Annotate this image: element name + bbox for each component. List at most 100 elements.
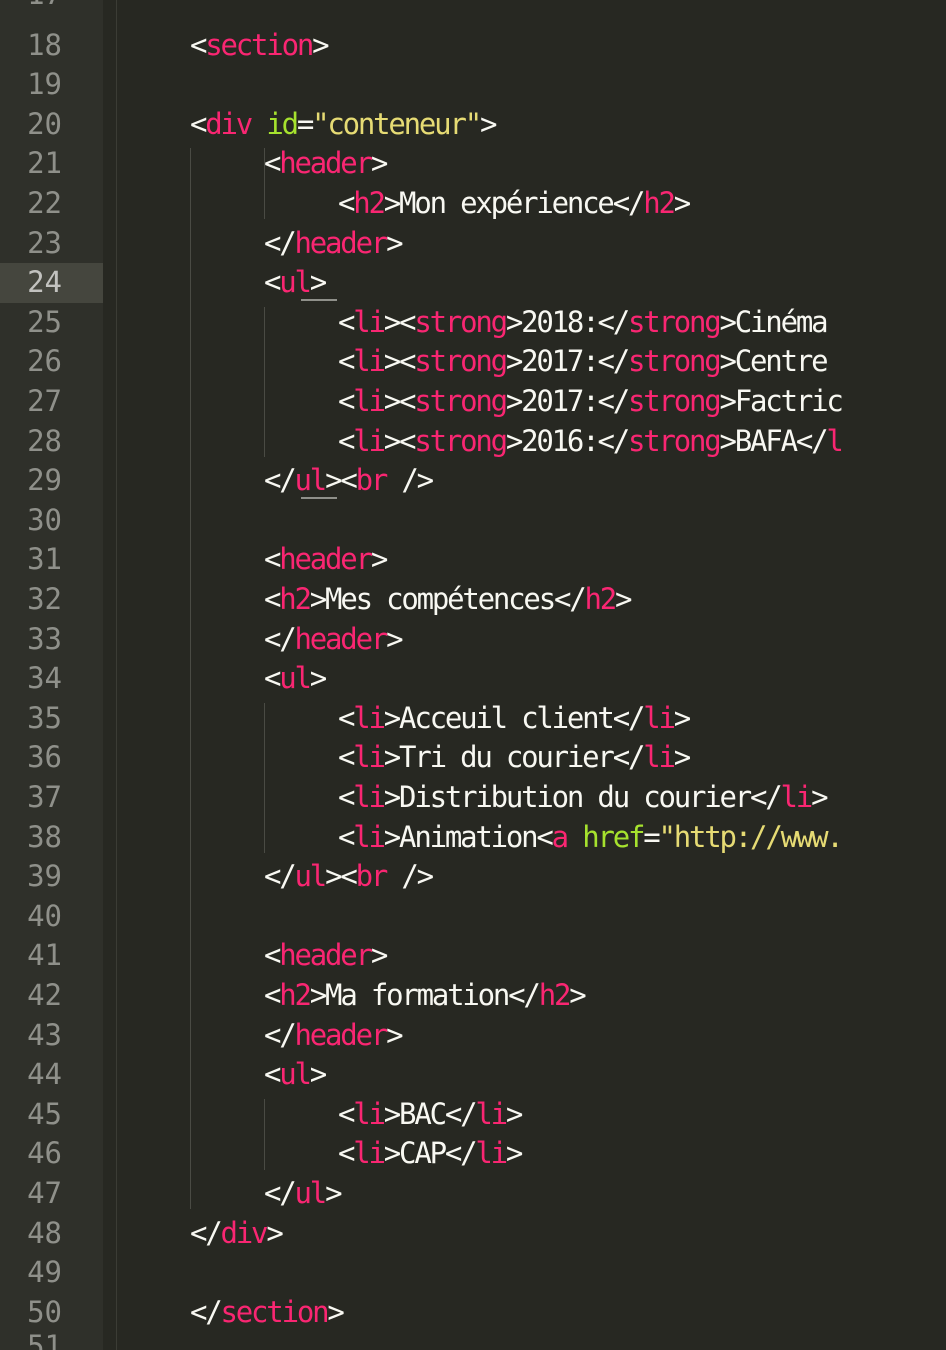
indent-guide — [264, 702, 265, 854]
line-number: 24 — [27, 265, 62, 300]
token-tag: li — [353, 1096, 386, 1131]
code-line-45[interactable]: 45 <li>BAC</li> — [0, 1095, 946, 1135]
code-line-39[interactable]: 39 </ul><br /> — [0, 857, 946, 897]
token-tag: li — [353, 344, 386, 379]
token-punc: > — [615, 581, 633, 616]
code-line-44[interactable]: 44 <ul> — [0, 1055, 946, 1095]
code-area[interactable]: 17 51 18<section>1920<div id="conteneur"… — [0, 0, 946, 1350]
token-punc: < — [338, 700, 356, 735]
code-line-50[interactable]: 50 </section> — [0, 1293, 946, 1333]
code-line-21[interactable]: 21 <header> — [0, 144, 946, 184]
indent-guide — [264, 148, 265, 220]
line-number: 21 — [27, 146, 62, 181]
code-editor[interactable]: 17 51 18<section>1920<div id="conteneur"… — [0, 0, 946, 1350]
code-text[interactable]: <li><strong>2018:</strong>Cinéma — [338, 303, 829, 343]
code-line-47[interactable]: 47 </ul> — [0, 1174, 946, 1214]
code-text[interactable]: <ul> — [264, 659, 327, 699]
line-number: 49 — [27, 1255, 62, 1290]
token-tag: li — [353, 304, 386, 339]
code-line-19[interactable]: 19 — [0, 65, 946, 105]
code-text[interactable]: </div> — [190, 1214, 284, 1254]
code-line-22[interactable]: 22 <h2>Mon expérience</h2> — [0, 184, 946, 224]
code-line-23[interactable]: 23 </header> — [0, 224, 946, 264]
token-tag: h2 — [584, 581, 617, 616]
code-text[interactable]: <header> — [264, 540, 388, 580]
token-punc: >< — [383, 304, 417, 339]
code-text[interactable]: <div id="conteneur"> — [190, 105, 497, 145]
code-line-43[interactable]: 43 </header> — [0, 1016, 946, 1056]
token-tag: li — [353, 1136, 386, 1171]
code-text[interactable]: <li>Tri du courier</li> — [338, 738, 691, 778]
code-line-40[interactable]: 40 — [0, 897, 946, 937]
code-text[interactable]: <li><strong>2017:</strong>Centre — [338, 342, 829, 382]
code-text[interactable]: <header> — [264, 936, 388, 976]
token-punc: >< — [325, 463, 358, 498]
code-text[interactable]: <h2>Mes compétences</h2> — [264, 580, 633, 620]
code-text[interactable]: <li>CAP</li> — [338, 1134, 523, 1174]
code-line-36[interactable]: 36 <li>Tri du courier</li> — [0, 738, 946, 778]
code-line-18[interactable]: 18 <section> — [0, 26, 946, 66]
token-tag: ul — [294, 1175, 328, 1210]
token-punc: >Mes compétences</ — [309, 581, 587, 616]
code-line-34[interactable]: 34 <ul> — [0, 659, 946, 699]
line-number: 17 — [0, 0, 62, 15]
token-attr: id — [266, 106, 299, 141]
code-line-27[interactable]: 27 <li><strong>2017:</strong>Factric — [0, 382, 946, 422]
code-line-28[interactable]: 28 <li><strong>2016:</strong>BAFA</l — [0, 422, 946, 462]
code-text[interactable]: <li><strong>2016:</strong>BAFA</l — [338, 422, 844, 462]
code-line-31[interactable]: 31 <header> — [0, 540, 946, 580]
code-text[interactable]: <section> — [190, 26, 330, 66]
code-line-30[interactable]: 30 — [0, 501, 946, 541]
token-punc: > — [673, 185, 692, 220]
code-line-26[interactable]: 26 <li><strong>2017:</strong>Centre — [0, 342, 946, 382]
token-punc: >< — [383, 423, 417, 458]
code-text[interactable]: <li>Distribution du courier</li> — [338, 778, 829, 818]
code-line-35[interactable]: 35 <li>Acceuil client</li> — [0, 699, 946, 739]
code-text[interactable]: <ul> — [264, 1055, 327, 1095]
code-line-48[interactable]: 48 </div> — [0, 1214, 946, 1254]
token-tag: li — [353, 779, 386, 814]
token-tag: h2 — [538, 977, 572, 1012]
token-tag: ul — [294, 463, 328, 498]
code-line-49[interactable]: 49 — [0, 1253, 946, 1293]
token-punc: > — [386, 225, 404, 260]
code-text[interactable]: <li><strong>2017:</strong>Factric — [338, 382, 844, 422]
token-punc: >2017:</ — [505, 344, 630, 379]
code-text[interactable]: <h2>Ma formation</h2> — [264, 976, 587, 1016]
token-tag: li — [643, 700, 676, 735]
code-line-38[interactable]: 38 <li>Animation<a href="http://www. — [0, 818, 946, 858]
code-line-46[interactable]: 46 <li>CAP</li> — [0, 1134, 946, 1174]
code-text[interactable]: </header> — [264, 620, 404, 660]
line-number: 42 — [27, 977, 62, 1012]
code-line-42[interactable]: 42 <h2>Ma formation</h2> — [0, 976, 946, 1016]
code-text[interactable]: <li>Animation<a href="http://www. — [338, 818, 844, 858]
code-line-41[interactable]: 41 <header> — [0, 936, 946, 976]
code-text[interactable]: </header> — [264, 1016, 404, 1056]
token-punc: >Cinéma — [719, 304, 829, 339]
code-text[interactable]: <header> — [264, 144, 388, 184]
code-line-33[interactable]: 33 </header> — [0, 620, 946, 660]
code-text[interactable]: </section> — [190, 1293, 345, 1333]
code-line-29[interactable]: 29 </ul><br /> — [0, 461, 946, 501]
token-tag: header — [279, 542, 373, 577]
token-punc: >Mon expérience</ — [383, 185, 646, 220]
code-text[interactable]: </ul><br /> — [264, 461, 434, 501]
code-text[interactable]: <li>BAC</li> — [338, 1095, 523, 1135]
code-line-20[interactable]: 20 <div id="conteneur"> — [0, 105, 946, 145]
code-line-24[interactable]: 24 <ul> — [0, 263, 946, 303]
token-punc: >Factric — [719, 383, 844, 418]
line-number: 23 — [27, 225, 62, 260]
token-punc: < — [264, 661, 282, 696]
code-text[interactable]: </ul> — [264, 1174, 343, 1214]
code-text[interactable]: <li>Acceuil client</li> — [338, 699, 691, 739]
token-punc: </ — [264, 1017, 297, 1052]
code-line-32[interactable]: 32 <h2>Mes compétences</h2> — [0, 580, 946, 620]
code-text[interactable]: <ul> — [264, 263, 327, 303]
line-number: 50 — [27, 1294, 62, 1329]
code-text[interactable]: </ul><br /> — [264, 857, 434, 897]
code-line-25[interactable]: 25 <li><strong>2018:</strong>Cinéma — [0, 303, 946, 343]
token-punc: /> — [386, 463, 434, 498]
code-text[interactable]: </header> — [264, 224, 404, 264]
code-text[interactable]: <h2>Mon expérience</h2> — [338, 184, 692, 224]
code-line-37[interactable]: 37 <li>Distribution du courier</li> — [0, 778, 946, 818]
